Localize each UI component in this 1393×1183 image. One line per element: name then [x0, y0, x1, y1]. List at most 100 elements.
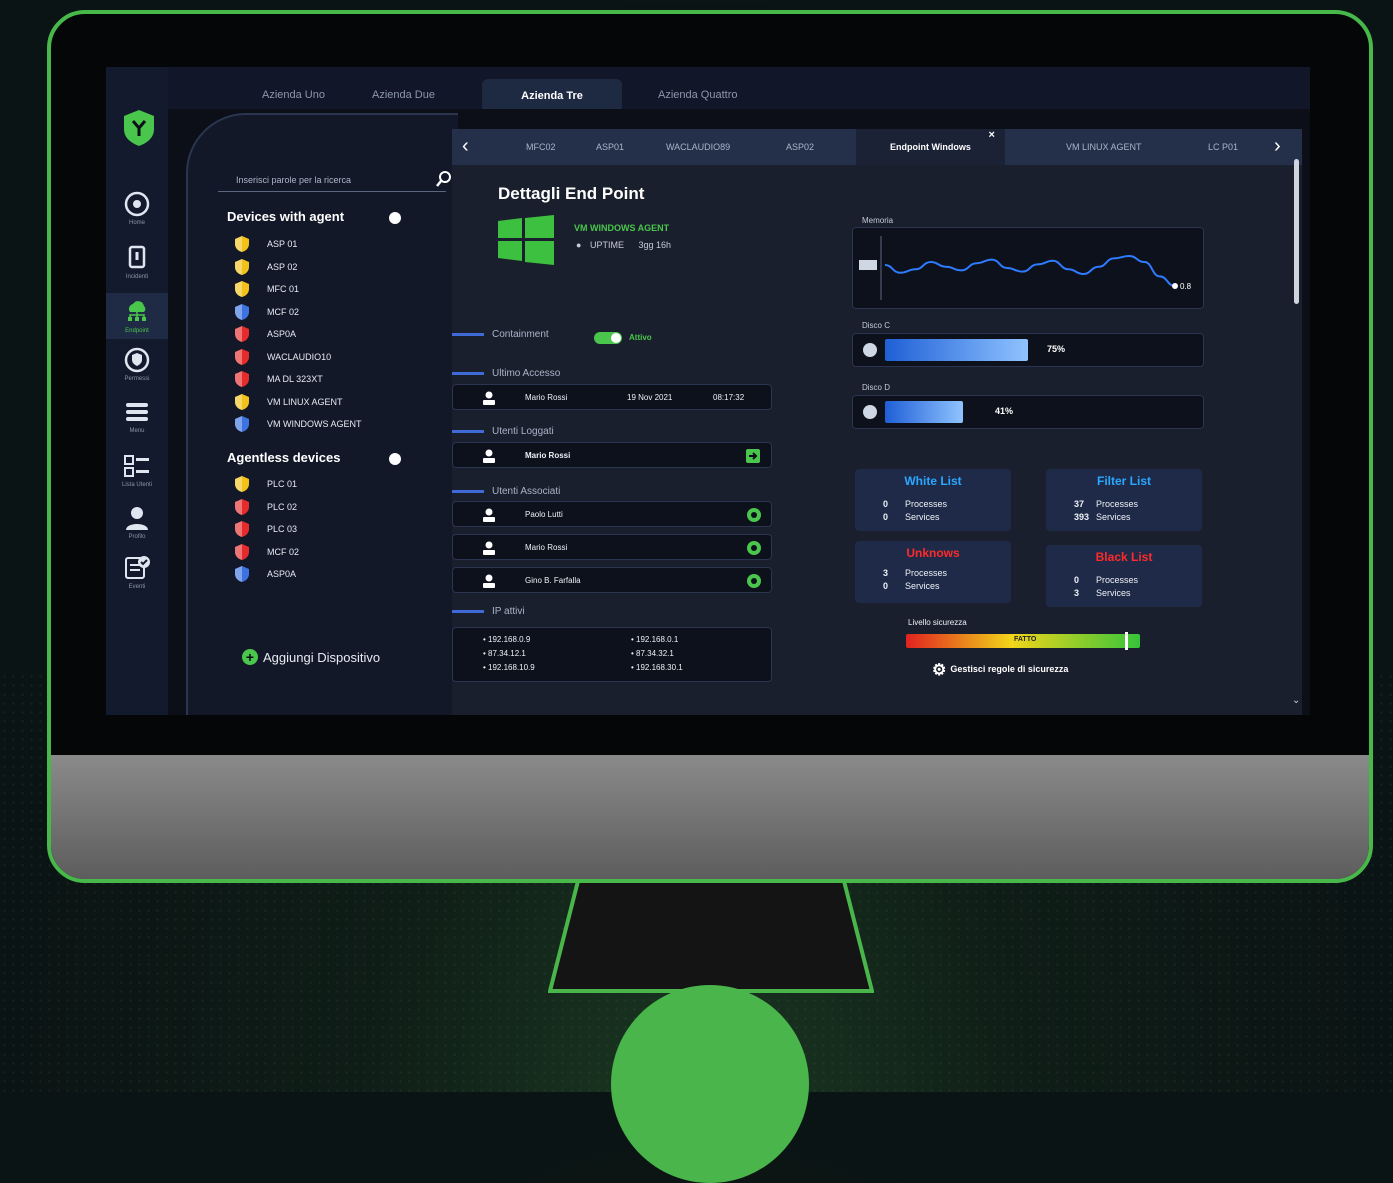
containment-state: Attivo: [629, 333, 652, 342]
black-list-card[interactable]: Black List 0 Processes 3 Services: [1046, 545, 1202, 607]
containment-label: Containment: [492, 329, 549, 340]
device-name: VM WINDOWS AGENT: [267, 419, 362, 429]
containment-header: Containment: [452, 329, 549, 340]
section-title: Devices with agent: [227, 209, 345, 224]
device-name: ASP0A: [267, 329, 297, 339]
device-search-input[interactable]: Inserisci parole per la ricerca: [218, 171, 451, 192]
card-processes: 37 Processes: [1074, 499, 1139, 509]
cloud-network-icon: [128, 301, 146, 321]
last-access-row: Mario Rossi 19 Nov 2021 08:17:32: [452, 384, 772, 410]
uptime: ● UPTIME 3gg 16h: [576, 240, 671, 250]
ip-address: • 192.168.0.9: [483, 635, 531, 644]
manage-rules-label: Gestisci regole di sicurezza: [950, 664, 1069, 674]
disk-d-usage: 41%: [852, 395, 1204, 429]
logged-user-row[interactable]: Mario Rossi: [452, 442, 772, 468]
memory-chip-icon: [859, 260, 877, 270]
shield-icon: [235, 566, 249, 582]
disk-c-bar: [885, 339, 1028, 361]
uptime-label: UPTIME: [589, 240, 624, 250]
last-access-time: 08:17:32: [713, 393, 745, 402]
nav-label: Endpoint: [125, 328, 149, 334]
associated-users-header: Utenti Associati: [452, 486, 560, 497]
nav-endpoint[interactable]: Endpoint: [106, 293, 168, 339]
agentless-devices-section: Agentless devices: [227, 450, 401, 465]
disk-d-percent: 41%: [995, 406, 1014, 416]
card-processes: 3 Processes: [883, 568, 948, 578]
nav-profilo[interactable]: Profilo: [106, 503, 168, 540]
logout-icon[interactable]: [745, 448, 761, 464]
tab-endpoint-active[interactable]: Endpoint Windows ×: [856, 129, 1005, 165]
active-ips-header: IP attivi: [452, 606, 525, 617]
shield-icon: [235, 393, 249, 410]
info-icon: ●: [576, 240, 582, 250]
shield-icon: [235, 326, 249, 342]
containment-toggle[interactable]: [594, 332, 622, 344]
disk-d-bar: [885, 401, 963, 423]
user-icon: [483, 391, 495, 405]
ip-address: • 192.168.30.1: [631, 663, 683, 672]
scroll-down-icon[interactable]: ⌄: [1292, 695, 1300, 706]
device-name: MCF 02: [267, 306, 300, 317]
disk-d-label: Disco D: [862, 383, 891, 392]
card-services: 0 Services: [883, 581, 940, 591]
collapse-icon[interactable]: [389, 212, 401, 224]
ip-address: • 87.34.12.1: [483, 649, 526, 658]
shield-icon: [235, 543, 249, 560]
filter-list-card[interactable]: Filter List 37 Processes 393 Services: [1046, 469, 1202, 531]
tab-endpoint[interactable]: MFC02: [526, 142, 556, 152]
device-name: PLC 03: [267, 524, 298, 534]
associated-user-row[interactable]: Mario Rossi: [452, 534, 772, 560]
nav-menu[interactable]: Menu: [106, 397, 168, 434]
security-level-marker: [1125, 632, 1129, 650]
last-access-user: Mario Rossi: [525, 393, 568, 402]
associated-user-row[interactable]: Gino B. Farfalla: [452, 567, 772, 593]
collapse-icon[interactable]: [389, 453, 401, 465]
tab-azienda-tre[interactable]: Azienda Tre: [482, 79, 622, 109]
ip-address: • 192.168.0.1: [631, 635, 679, 644]
scrollbar-thumb[interactable]: [1294, 159, 1299, 304]
search-icon[interactable]: [434, 169, 454, 189]
close-icon[interactable]: ×: [988, 117, 994, 153]
last-access-header: Ultimo Accesso: [452, 368, 560, 379]
white-list-card[interactable]: White List 0 Processes 0 Services: [855, 469, 1011, 531]
disk-c-percent: 75%: [1047, 344, 1066, 354]
nav-home[interactable]: Home: [106, 189, 168, 226]
card-services: 3 Services: [1074, 588, 1131, 598]
chevron-left-icon[interactable]: ‹: [462, 135, 469, 158]
last-access-label: Ultimo Accesso: [492, 368, 561, 379]
security-level-text: FATTO: [1014, 636, 1037, 643]
device-name: MCF 02: [267, 546, 300, 557]
associated-user-row[interactable]: Paolo Lutti: [452, 501, 772, 527]
tab-endpoint[interactable]: WACLAUDIO89: [666, 142, 730, 152]
nav-label: Profilo: [128, 534, 146, 540]
nav-label: Incidenti: [125, 274, 149, 280]
add-device-button[interactable]: + Aggiungi Dispositivo: [242, 649, 380, 665]
chevron-right-icon[interactable]: ›: [1274, 135, 1281, 158]
unknows-card[interactable]: Unknows 3 Processes 0 Services: [855, 541, 1011, 603]
device-name: PLC 02: [267, 501, 298, 512]
tab-azienda-uno[interactable]: Azienda Uno: [262, 89, 325, 101]
plus-icon: +: [242, 649, 258, 665]
nav-label: Menu: [129, 428, 145, 434]
tab-azienda-quattro[interactable]: Azienda Quattro: [658, 89, 738, 101]
manage-security-rules-button[interactable]: ⚙ Gestisci regole di sicurezza: [932, 660, 1068, 680]
tab-endpoint[interactable]: ASP02: [786, 142, 814, 152]
monitor-stand: [548, 879, 874, 993]
ip-address: • 87.34.32.1: [631, 649, 674, 658]
company-tabs: Azienda Uno Azienda Due Azienda Tre Azie…: [168, 67, 1310, 109]
nav-incidenti[interactable]: Incidenti: [106, 243, 168, 280]
nav-lista-utenti[interactable]: Lista Utenti: [106, 451, 168, 488]
device-name: MA DL 323XT: [267, 374, 323, 384]
nav-eventi[interactable]: Eventi: [106, 553, 168, 590]
status-dot-icon: [747, 508, 761, 522]
tab-endpoint[interactable]: ASP01: [596, 142, 624, 152]
tab-azienda-due[interactable]: Azienda Due: [372, 89, 435, 101]
disk-c-label: Disco C: [862, 321, 891, 330]
tab-endpoint[interactable]: VM LINUX AGENT: [1066, 142, 1142, 152]
security-level-bar: FATTO: [906, 632, 1140, 650]
tab-endpoint[interactable]: LC P01: [1208, 142, 1238, 152]
memory-line-chart: 0.8: [859, 236, 1192, 300]
shield-lock-icon: [124, 347, 150, 373]
nav-permessi[interactable]: Permessi: [106, 345, 168, 382]
shield-icon: [235, 258, 249, 275]
